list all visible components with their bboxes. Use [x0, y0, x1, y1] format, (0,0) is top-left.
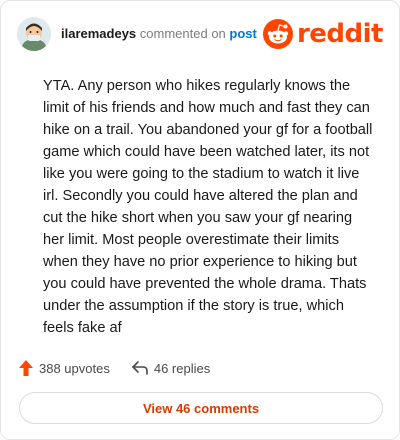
- upvote-count: 388 upvotes: [39, 360, 110, 376]
- view-comments-button[interactable]: View 46 comments: [19, 392, 383, 424]
- username-link[interactable]: ilaremadeys: [61, 26, 136, 41]
- reddit-wordmark: reddit: [296, 19, 384, 49]
- byline: ilaremadeys commented on post: [61, 26, 257, 41]
- replies-button[interactable]: 46 replies: [132, 361, 210, 376]
- reply-count: 46 replies: [153, 360, 211, 376]
- avatar[interactable]: [17, 17, 51, 51]
- comment-body: YTA. Any person who hikes regularly know…: [43, 78, 373, 336]
- commented-on-text: commented on: [139, 26, 226, 41]
- arrow-up-icon: [19, 360, 33, 376]
- comment-actions: 388 upvotes 46 replies: [19, 357, 232, 379]
- reply-arrow-icon: [132, 361, 148, 375]
- reddit-snoo-icon: [262, 19, 293, 49]
- comment-card: ilaremadeys commented on post reddit YTA…: [0, 0, 400, 440]
- reddit-logo[interactable]: reddit: [262, 17, 384, 51]
- upvote-button[interactable]: 388 upvotes: [19, 360, 110, 376]
- comment-header: ilaremadeys commented on post reddit: [17, 15, 384, 55]
- post-link[interactable]: post: [229, 26, 256, 41]
